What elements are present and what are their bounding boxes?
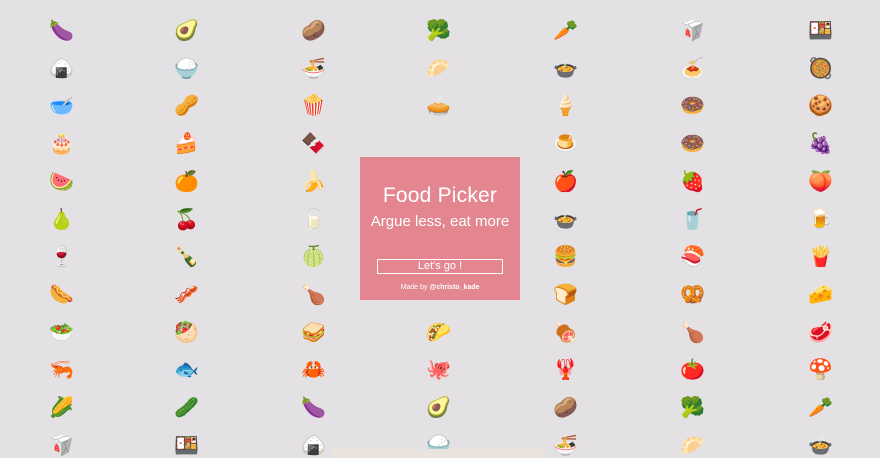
food-emoji-icon: 🍱 — [808, 18, 833, 42]
food-emoji-icon: 🍆 — [301, 395, 326, 419]
food-emoji-icon: 🥨 — [680, 281, 705, 306]
food-emoji-icon: 🎂 — [49, 131, 74, 156]
bottom-strip — [332, 449, 544, 458]
food-emoji-icon: 🍺 — [808, 206, 833, 231]
food-emoji-icon: 🥕 — [808, 395, 833, 419]
food-emoji-icon: 🍗 — [680, 319, 705, 344]
made-by-credit: Made by @christo_kade — [360, 284, 520, 291]
food-emoji-icon: 🥪 — [301, 319, 326, 344]
food-emoji-icon: 🍾 — [174, 244, 199, 269]
food-emoji-icon: 🍒 — [174, 206, 199, 231]
food-emoji-icon: 🦞 — [553, 357, 578, 382]
food-emoji-icon: 🐟 — [174, 357, 199, 382]
food-emoji-icon: 🍝 — [680, 55, 705, 80]
food-emoji-icon: 🥧 — [426, 93, 451, 118]
app-tagline: Argue less, eat more — [370, 213, 510, 230]
food-emoji-icon: 🥔 — [553, 395, 578, 419]
food-emoji-icon: 🍉 — [49, 168, 74, 193]
food-emoji-icon: 🍆 — [49, 18, 74, 42]
food-emoji-icon: 🥜 — [174, 93, 199, 118]
food-emoji-icon: 🍄 — [808, 357, 833, 382]
food-emoji-icon: 🦀 — [301, 357, 326, 382]
food-emoji-icon: 🥩 — [808, 319, 833, 344]
food-emoji-icon: 🍲 — [808, 432, 833, 457]
food-emoji-icon: 🍙 — [49, 55, 74, 80]
food-emoji-icon: 🥓 — [174, 281, 199, 306]
food-emoji-icon: 🍜 — [553, 432, 578, 457]
food-emoji-icon: 🥦 — [426, 18, 451, 42]
food-emoji-icon: 🌭 — [49, 281, 74, 306]
food-emoji-icon: 🥟 — [426, 55, 451, 80]
food-emoji-icon: 🥛 — [301, 206, 326, 231]
food-emoji-icon: 🍊 — [174, 168, 199, 193]
food-emoji-icon: 🍓 — [680, 168, 705, 193]
food-emoji-icon: 🍅 — [680, 357, 705, 382]
food-emoji-icon: 🍐 — [49, 206, 74, 231]
food-emoji-icon: 🍱 — [174, 432, 199, 457]
food-emoji-icon: 🍰 — [174, 131, 199, 156]
food-emoji-icon: 🍩 — [680, 93, 705, 118]
food-emoji-icon: 🍪 — [808, 93, 833, 118]
credit-handle-link[interactable]: @christo_kade — [429, 284, 479, 291]
food-emoji-icon: 🧀 — [808, 281, 833, 306]
food-emoji-icon: 🥗 — [49, 319, 74, 344]
food-emoji-icon: 🍮 — [553, 131, 578, 156]
food-emoji-icon: 🥡 — [49, 432, 74, 457]
food-emoji-icon: 🍲 — [553, 55, 578, 80]
food-emoji-icon: 🐙 — [426, 357, 451, 382]
food-emoji-icon: 🍦 — [553, 93, 578, 118]
food-emoji-icon: 🍩 — [680, 131, 705, 156]
food-emoji-icon: 🥟 — [680, 432, 705, 457]
food-emoji-icon: 🍇 — [808, 131, 833, 156]
food-emoji-icon: 🍚 — [174, 55, 199, 80]
food-emoji-icon: 🥔 — [301, 18, 326, 42]
lets-go-button[interactable]: Let's go ! — [377, 259, 503, 274]
food-picker-card: Food Picker Argue less, eat more Let's g… — [360, 157, 520, 300]
food-emoji-icon: 🍗 — [301, 281, 326, 306]
food-emoji-icon: 🍔 — [553, 244, 578, 269]
food-emoji-icon: 🍈 — [301, 244, 326, 269]
food-emoji-icon: 🥒 — [174, 395, 199, 419]
food-picker-page: 🍆 🥑 🥔 🥦 🥕 🥡 🍱 🍙 🍚 🍜 🥟 🍲 🍝 🥘 🥣 🥜 🍿 🥧 🍦 🍩 🍪 🎂 🍰 🍫 🍮 🍩 🍇 🍉 🍊 🍌 🍎 🍓 🍑 🍐 🍒 🥛 🍲 🥤 🍺 🍷… — [0, 0, 880, 458]
food-emoji-icon: 🥦 — [680, 395, 705, 419]
food-emoji-icon: 🍎 — [553, 168, 578, 193]
food-emoji-icon: 🍑 — [808, 168, 833, 193]
credit-prefix: Made by — [400, 284, 428, 291]
food-emoji-icon: 🍿 — [301, 93, 326, 118]
food-emoji-icon: 🦐 — [49, 357, 74, 382]
food-emoji-icon: 🥙 — [174, 319, 199, 344]
food-emoji-icon: 🍌 — [301, 168, 326, 193]
food-emoji-icon: 🥡 — [680, 18, 705, 42]
food-emoji-icon: 🍲 — [553, 206, 578, 231]
food-emoji-icon: 🍖 — [553, 319, 578, 344]
app-title: Food Picker — [382, 184, 498, 207]
food-emoji-icon: 🍞 — [553, 281, 578, 306]
food-emoji-icon: 🍜 — [301, 55, 326, 80]
food-emoji-icon: 🥣 — [49, 93, 74, 118]
food-emoji-icon: 🍟 — [808, 244, 833, 269]
food-emoji-icon: 🥘 — [808, 55, 833, 80]
food-emoji-icon: 🥑 — [174, 18, 199, 42]
food-emoji-icon: 🌽 — [49, 395, 74, 419]
food-emoji-icon: 🥕 — [553, 18, 578, 42]
food-emoji-icon: 🍷 — [49, 244, 74, 269]
food-emoji-icon: 🥑 — [426, 395, 451, 419]
food-emoji-icon: 🍙 — [301, 432, 326, 457]
food-emoji-icon: 🌮 — [426, 319, 451, 344]
food-emoji-icon: 🥤 — [680, 206, 705, 231]
food-emoji-icon: 🍫 — [301, 131, 326, 156]
food-emoji-icon: 🍣 — [680, 244, 705, 269]
